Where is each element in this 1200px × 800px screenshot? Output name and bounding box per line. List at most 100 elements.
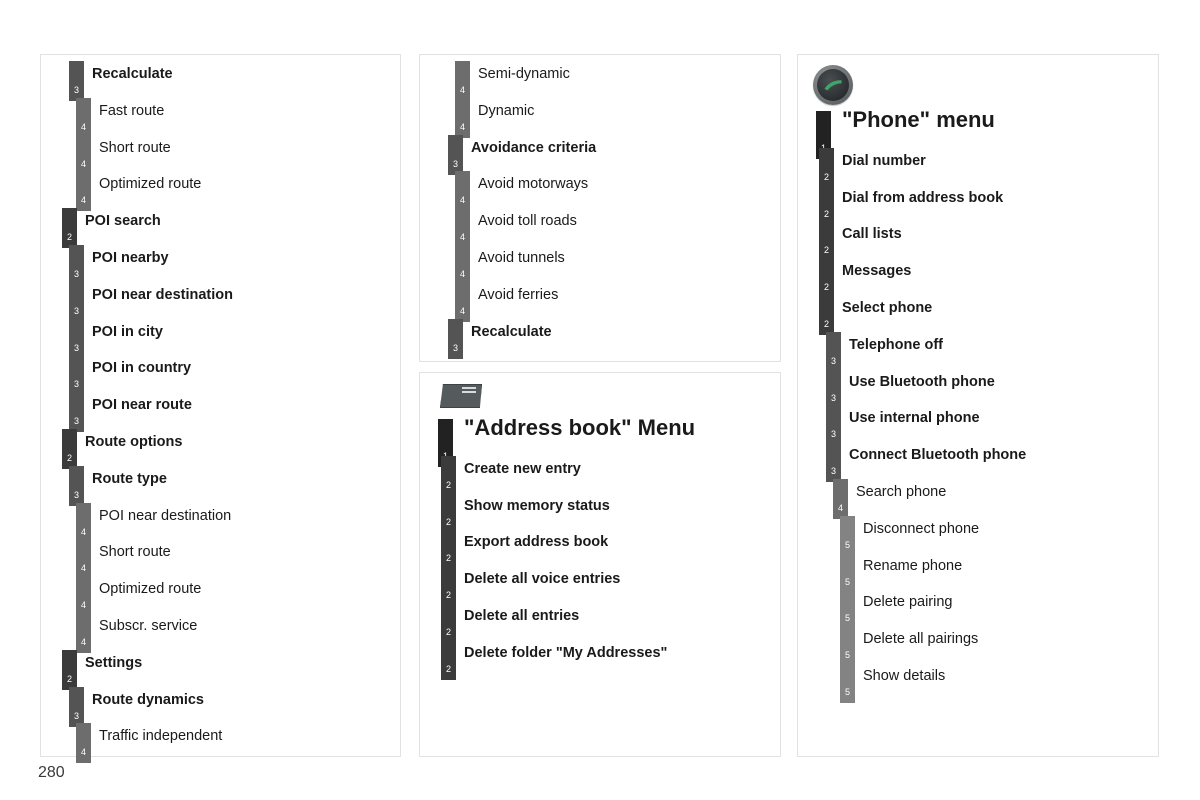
menu-item[interactable]: 4 Traffic independent	[59, 721, 418, 764]
menu-item[interactable]: 4 POI near destination	[59, 501, 418, 543]
menu-item-label: POI near route	[92, 397, 192, 414]
level-number: 5	[844, 613, 850, 624]
level-number: 4	[459, 268, 465, 279]
level-number: 2	[445, 626, 451, 637]
menu-item[interactable]: 3 Route type	[59, 464, 418, 506]
menu-item[interactable]: 2 Settings	[59, 648, 418, 690]
level-number: 3	[73, 379, 79, 390]
menu-item[interactable]: 4 Avoid ferries	[438, 280, 798, 322]
menu-item-label: Delete all pairings	[863, 631, 979, 648]
menu-item[interactable]: 3 Telephone off	[816, 330, 1176, 372]
menu-item-label: Avoid ferries	[478, 286, 559, 303]
menu-item[interactable]: 3 Route dynamics	[59, 685, 418, 727]
menu-item[interactable]: 2 Dial from address book	[816, 183, 1176, 225]
menu-item-label: Optimized route	[99, 581, 202, 598]
menu-item[interactable]: 3 POI near destination	[59, 280, 418, 322]
menu-item[interactable]: 4 Optimized route	[59, 574, 418, 617]
menu-item[interactable]: 5 Rename phone	[816, 551, 1176, 593]
level-number: 2	[445, 516, 451, 527]
menu-item[interactable]: 2 Delete all voice entries	[438, 564, 798, 607]
level-number: 4	[80, 747, 86, 758]
menu-item[interactable]: 2 Messages	[816, 256, 1176, 299]
menu-item[interactable]: 3 POI in city	[59, 317, 418, 359]
menu-item-label: POI nearby	[92, 249, 169, 266]
menu-item[interactable]: 2 Delete all entries	[438, 601, 798, 643]
menu-item[interactable]: 4 Fast route	[59, 96, 418, 138]
level-number: 4	[80, 158, 86, 169]
menu-item-label: "Address book" Menu	[464, 415, 696, 440]
level-number: 5	[844, 650, 850, 661]
level-number: 4	[80, 195, 86, 206]
menu-item[interactable]: 2 POI search	[59, 206, 418, 249]
menu-item[interactable]: 4 Avoid toll roads	[438, 206, 798, 249]
level-number: 4	[459, 121, 465, 132]
menu-item-label: Delete folder "My Addresses"	[464, 644, 668, 661]
menu-item[interactable]: 4 Short route	[59, 133, 418, 175]
menu-item[interactable]: 2 Select phone	[816, 293, 1176, 335]
level-number: 2	[66, 673, 72, 684]
menu-item-label: Dial number	[842, 152, 926, 169]
menu-item[interactable]: 1"Address book" Menu	[438, 415, 798, 467]
menu-item-label: Select phone	[842, 299, 933, 316]
menu-item[interactable]: 3 POI in country	[59, 353, 418, 396]
level-number: 3	[73, 85, 79, 95]
menu-item[interactable]: 3 Recalculate	[438, 317, 798, 359]
menu-item[interactable]: 3 POI nearby	[59, 243, 418, 285]
menu-item[interactable]: 2 Route options	[59, 427, 418, 469]
panel-navigation-left: 3 Recalculate 4 Fast route 4 Short route 4 Opti…	[40, 54, 401, 764]
level-number: 4	[837, 502, 843, 513]
level-number: 4	[459, 195, 465, 206]
menu-item-label: Delete all voice entries	[464, 571, 621, 588]
menu-item[interactable]: 2 Delete folder "My Addresses"	[438, 638, 798, 680]
menu-item[interactable]: 2 Show memory status	[438, 491, 798, 533]
menu-item[interactable]: 5 Delete pairing	[816, 587, 1176, 630]
menu-item[interactable]: 1"Phone" menu	[816, 109, 1176, 159]
address-book-icon	[440, 381, 482, 409]
menu-item-label: POI search	[85, 213, 161, 230]
level-number: 5	[844, 539, 850, 550]
menu-item[interactable]: 3 POI near route	[59, 390, 418, 433]
level-number: 4	[459, 305, 465, 316]
menu-item[interactable]: 4 Search phone	[816, 477, 1176, 519]
level-number: 2	[823, 208, 829, 219]
menu-item[interactable]: 3 Avoidance criteria	[438, 133, 798, 175]
level-number: 2	[823, 171, 829, 182]
panel-phone: 1"Phone" menu2Dial number2Dial from addr…	[797, 54, 1159, 757]
menu-item[interactable]: 2 Export address book	[438, 527, 798, 570]
manual-page: 3 Recalculate 4 Fast route 4 Short route 4 Opti…	[0, 0, 1200, 800]
level-number: 2	[823, 282, 829, 293]
level-number: 3	[452, 342, 458, 353]
menu-item[interactable]: 3 Recalculate	[59, 59, 418, 101]
level-number: 2	[823, 318, 829, 329]
menu-item[interactable]: 5 Delete all pairings	[816, 624, 1176, 667]
menu-item[interactable]: 4 Avoid motorways	[438, 169, 798, 212]
menu-tree-navigation-middle: 4 Semi-dynamic 4 Dynamic 3 Avoidance criteria…	[438, 59, 798, 359]
menu-item-label: Avoid toll roads	[478, 213, 577, 230]
level-number: 2	[445, 553, 451, 564]
menu-item[interactable]: 3 Use internal phone	[816, 403, 1176, 446]
level-number: 3	[830, 466, 836, 477]
level-number: 4	[80, 121, 86, 132]
level-number: 3	[830, 429, 836, 440]
menu-item[interactable]: 4 Avoid tunnels	[438, 243, 798, 285]
menu-item[interactable]: 4 Dynamic	[438, 96, 798, 138]
menu-item[interactable]: 4 Subscr. service	[59, 611, 418, 653]
level-number: 4	[80, 636, 86, 647]
menu-item[interactable]: 3 Use Bluetooth phone	[816, 367, 1176, 409]
menu-item[interactable]: 5 Show details	[816, 661, 1176, 703]
menu-item[interactable]: 2 Dial number	[816, 146, 1176, 188]
menu-item[interactable]: 4 Semi-dynamic	[438, 59, 798, 101]
menu-item[interactable]: 4 Short route	[59, 537, 418, 580]
menu-item[interactable]: 5 Disconnect phone	[816, 514, 1176, 556]
menu-item-label: Avoid tunnels	[478, 249, 565, 266]
level-indicator-bar: 4	[76, 723, 91, 764]
menu-item-label: Messages	[842, 263, 912, 280]
menu-item[interactable]: 3 Connect Bluetooth phone	[816, 440, 1176, 483]
menu-item[interactable]: 2 Call lists	[816, 219, 1176, 262]
menu-item-label: Show memory status	[464, 497, 610, 514]
level-number: 4	[459, 85, 465, 95]
menu-item[interactable]: 4 Optimized route	[59, 169, 418, 212]
menu-item-label: Telephone off	[849, 336, 943, 353]
menu-item-label: Traffic independent	[99, 728, 223, 745]
menu-item[interactable]: 2 Create new entry	[438, 454, 798, 496]
